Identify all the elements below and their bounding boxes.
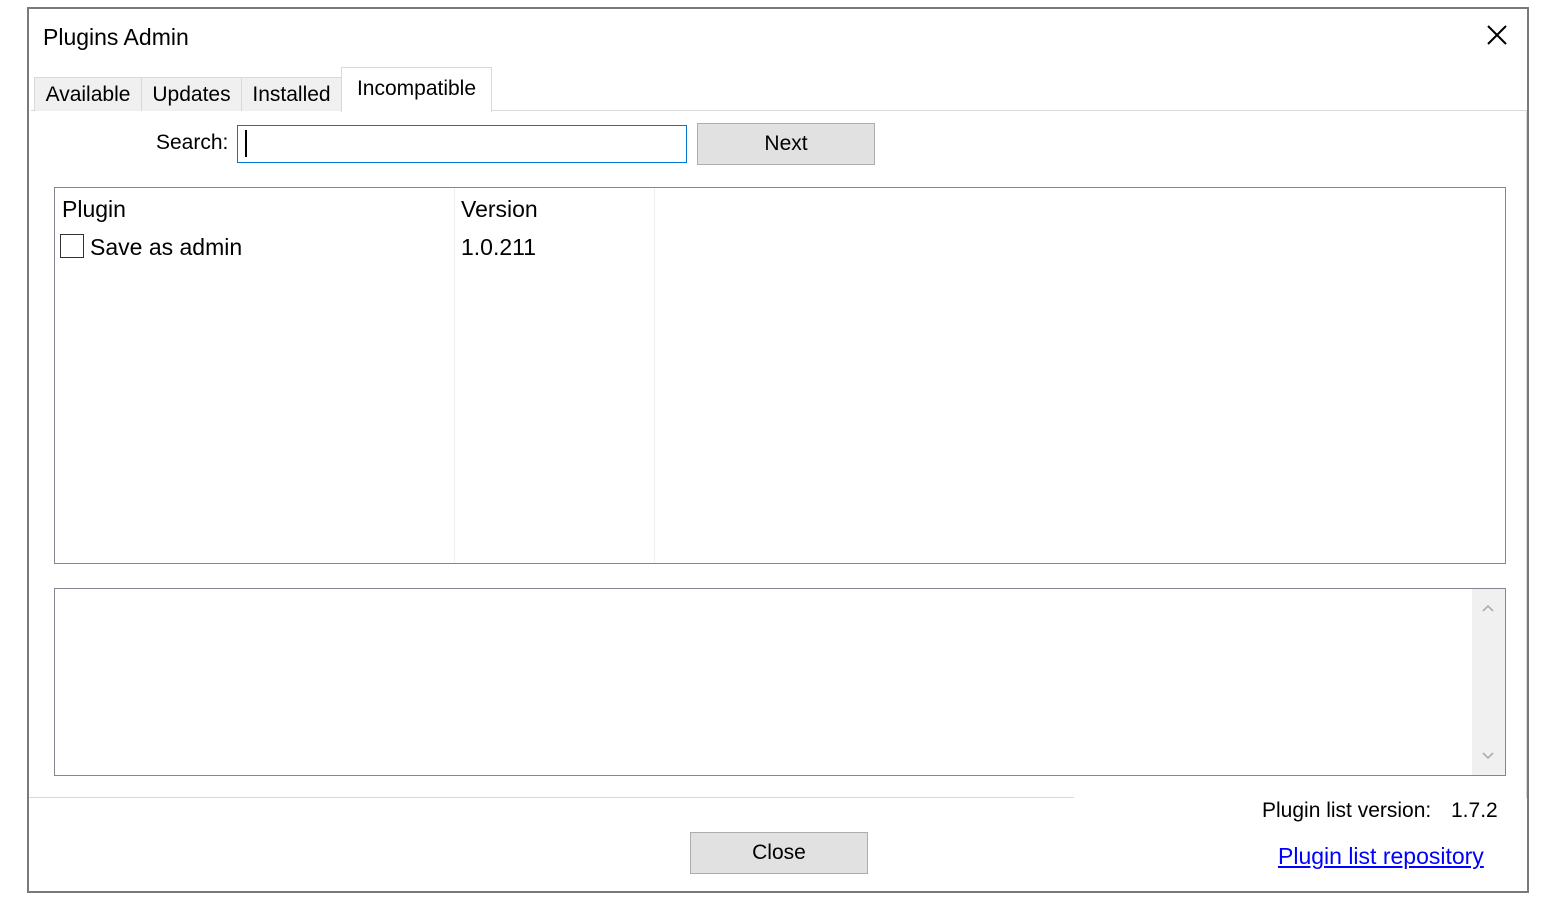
chevron-up-icon[interactable] — [1472, 593, 1505, 623]
column-separator — [654, 188, 655, 563]
tab-installed[interactable]: Installed — [241, 77, 342, 111]
description-scrollbar[interactable] — [1472, 589, 1505, 775]
text-caret — [245, 130, 247, 157]
close-icon[interactable] — [1481, 19, 1513, 51]
chevron-down-icon[interactable] — [1472, 741, 1505, 771]
next-button[interactable]: Next — [697, 123, 875, 165]
plugins-admin-dialog: Plugins Admin Available Updates Installe… — [27, 7, 1529, 893]
plugin-version: 1.0.211 — [461, 234, 537, 260]
column-separator — [454, 188, 455, 563]
plugin-list-version-label: Plugin list version: — [1262, 799, 1432, 822]
plugin-list[interactable]: Plugin Version Save as admin 1.0.211 — [54, 187, 1506, 564]
plugin-list-version-value: 1.7.2 — [1451, 799, 1498, 822]
footer-divider — [29, 797, 1074, 798]
tab-incompatible[interactable]: Incompatible — [341, 67, 492, 112]
close-button[interactable]: Close — [690, 832, 868, 874]
tab-available[interactable]: Available — [34, 77, 142, 111]
row-checkbox[interactable] — [60, 234, 84, 258]
plugin-description[interactable] — [54, 588, 1506, 776]
window-title: Plugins Admin — [43, 24, 189, 50]
search-label: Search: — [156, 131, 229, 154]
column-header-version[interactable]: Version — [461, 196, 538, 223]
plugin-list-repository-link[interactable]: Plugin list repository — [1278, 843, 1484, 870]
tab-updates[interactable]: Updates — [141, 77, 242, 111]
plugin-name: Save as admin — [90, 234, 243, 260]
search-input[interactable] — [237, 125, 687, 163]
column-header-plugin[interactable]: Plugin — [62, 196, 126, 223]
